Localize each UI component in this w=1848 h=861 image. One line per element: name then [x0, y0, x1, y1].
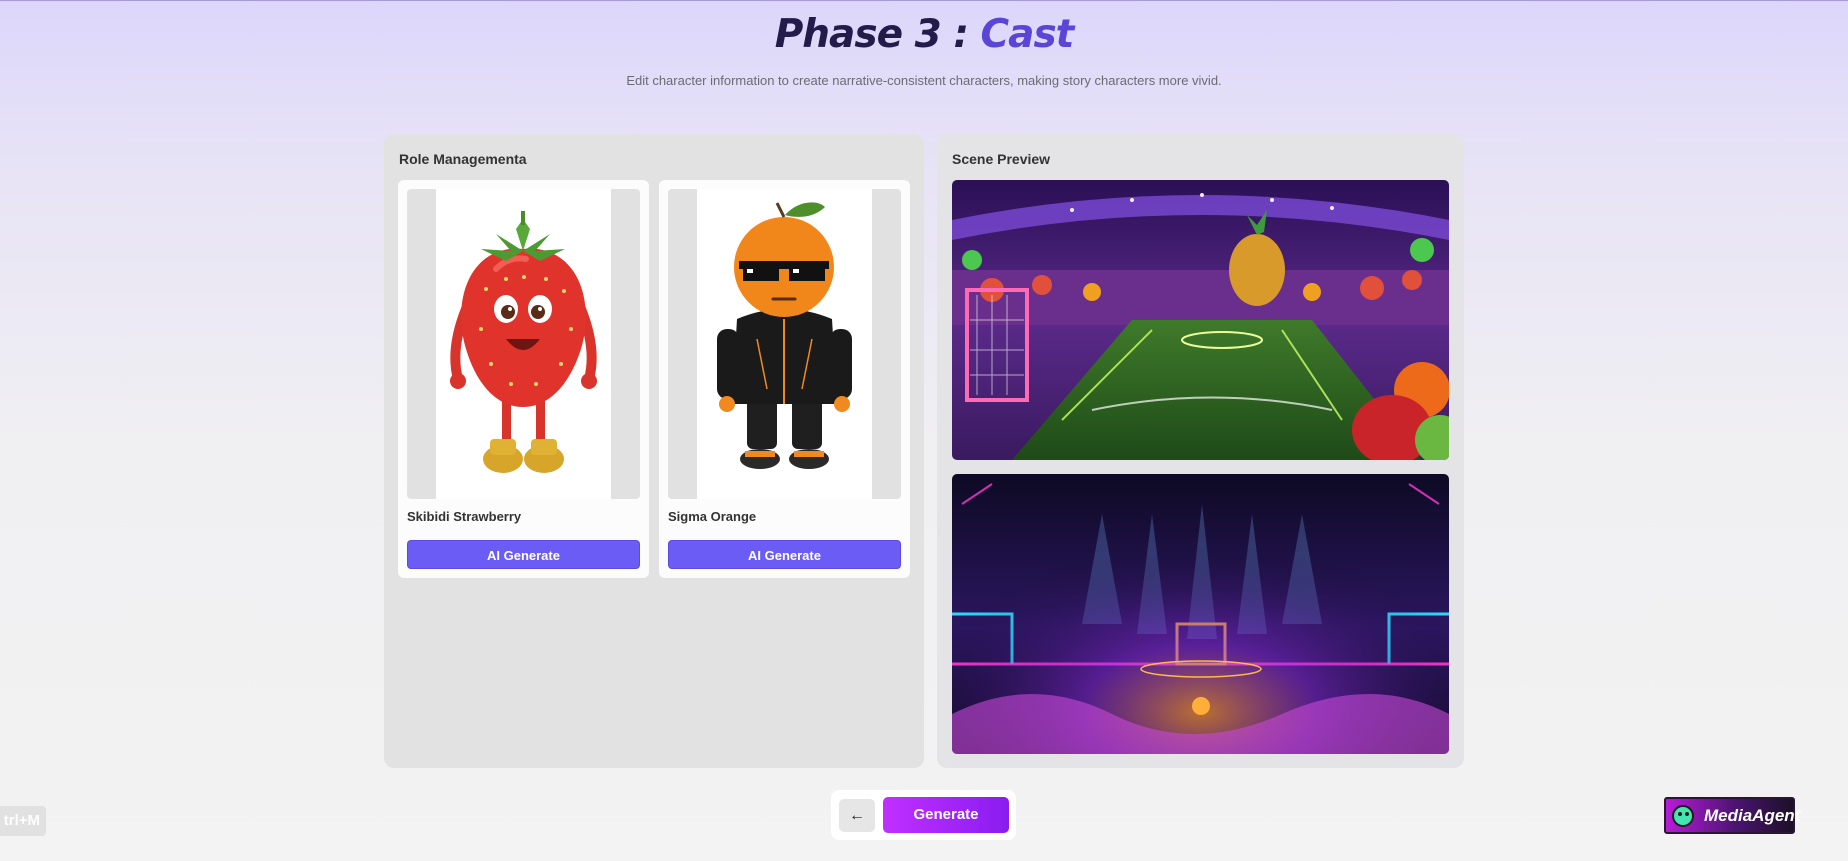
scene-preview-panel: Scene Preview: [937, 134, 1464, 768]
role-panel-title: Role Managementa: [399, 151, 527, 167]
character-card[interactable]: Skibidi Strawberry AI Generate: [398, 180, 649, 578]
character-image-frame: [407, 189, 640, 499]
page-subtitle: Edit character information to create nar…: [626, 73, 1222, 88]
brand-mascot-icon: [1672, 805, 1694, 827]
ai-generate-button[interactable]: AI Generate: [668, 540, 901, 569]
character-card[interactable]: Sigma Orange AI Generate: [659, 180, 910, 578]
title-prefix: Phase 3 :: [774, 12, 981, 57]
title-accent: Cast: [980, 12, 1075, 57]
back-button[interactable]: ←: [839, 799, 875, 832]
neon-arena-scene-image: [952, 474, 1449, 754]
scene-preview-image[interactable]: [952, 474, 1449, 754]
strawberry-character-image: [436, 189, 611, 499]
brand-label: MediaAgent: [1704, 806, 1801, 825]
page-title: Phase 3 : Cast: [0, 12, 1848, 57]
orange-character-image: [697, 189, 872, 499]
ai-generate-button[interactable]: AI Generate: [407, 540, 640, 569]
generate-button[interactable]: Generate: [883, 797, 1009, 833]
scene-panel-title: Scene Preview: [952, 151, 1051, 167]
character-name: Skibidi Strawberry: [407, 509, 522, 524]
character-image-frame: [668, 189, 901, 499]
bottom-action-bar: ← Generate: [831, 790, 1016, 840]
fruit-stadium-scene-image: [952, 180, 1449, 460]
role-management-panel: Role Managementa Skibidi Strawberry AI G…: [384, 134, 924, 768]
top-divider: [0, 0, 1848, 1]
keyboard-shortcut-hint[interactable]: trl+M: [0, 806, 46, 836]
scene-preview-image[interactable]: [952, 180, 1449, 460]
character-name: Sigma Orange: [668, 509, 757, 524]
arrow-left-icon: ←: [849, 807, 865, 824]
media-agent-logo[interactable]: MediaAgent: [1664, 797, 1800, 834]
